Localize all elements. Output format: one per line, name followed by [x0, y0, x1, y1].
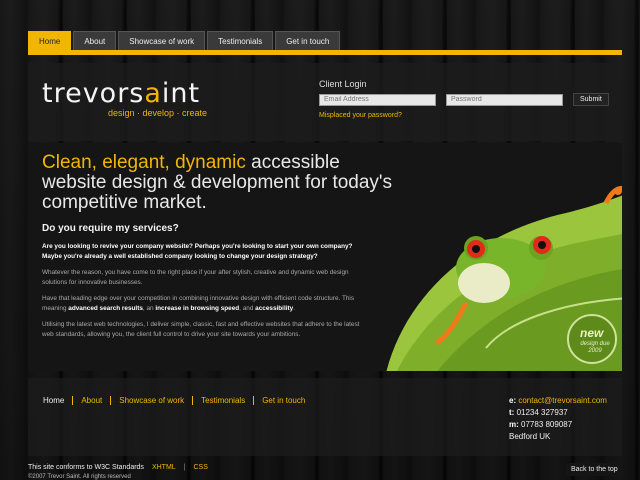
css-link[interactable]: CSS [194, 464, 208, 471]
site-logo[interactable]: trevorsaint design · develop · create [42, 78, 208, 118]
main-nav: Home About Showcase of work Testimonials… [28, 31, 342, 51]
contact-details: e: contact@trevorsaint.com t: 01234 3279… [509, 395, 607, 443]
nav-underline [28, 50, 622, 55]
tab-get-in-touch[interactable]: Get in touch [275, 31, 341, 51]
back-to-top-button[interactable]: Back to the top [566, 463, 623, 476]
login-form: Submit [319, 93, 619, 106]
services-section: Do you require my services? Are you look… [42, 223, 367, 346]
submit-button[interactable]: Submit [573, 93, 609, 106]
tab-testimonials[interactable]: Testimonials [207, 31, 274, 51]
contact-email-row: e: contact@trevorsaint.com [509, 396, 607, 405]
xhtml-link[interactable]: XHTML [152, 464, 176, 471]
services-title: Do you require my services? [42, 223, 179, 234]
contact-email-link[interactable]: contact@trevorsaint.com [518, 396, 607, 405]
footer-link-home[interactable]: Home [43, 396, 74, 405]
main-content: Clean, elegant, dynamic accessible websi… [28, 143, 622, 371]
tab-home[interactable]: Home [28, 31, 72, 51]
logo-wordmark: trevorsaint [42, 78, 201, 109]
contact-mob-row: m: 07783 809087 [509, 420, 573, 429]
client-login: Client Login Submit Misplaced your passw… [319, 79, 619, 119]
services-intro: Are you looking to revive your company w… [42, 243, 353, 260]
services-para-2: Have that leading edge over your competi… [42, 295, 355, 312]
tab-about[interactable]: About [73, 31, 117, 51]
hero-headline: Clean, elegant, dynamic accessible websi… [42, 152, 393, 213]
logo-tagline: design · develop · create [108, 108, 208, 118]
footer-link-showcase[interactable]: Showcase of work [111, 396, 194, 405]
site-header: trevorsaint design · develop · create Cl… [28, 63, 622, 141]
footer-link-get-in-touch[interactable]: Get in touch [254, 396, 313, 405]
footer-link-testimonials[interactable]: Testimonials [193, 396, 255, 405]
badge-sub: design due 2009 [580, 341, 610, 354]
footer-nav: Home About Showcase of work Testimonials… [43, 396, 313, 405]
contact-tel-row: t: 01234 327937 [509, 408, 568, 417]
badge-label: new [580, 326, 604, 340]
tab-showcase[interactable]: Showcase of work [118, 31, 206, 51]
services-para-3: Utilising the latest web technologies, I… [42, 321, 360, 338]
copyright: ©2007 Trevor Saint. All rights reserved [28, 474, 131, 480]
footer-link-about[interactable]: About [73, 396, 112, 405]
password-field[interactable] [446, 93, 563, 106]
forgot-password-link[interactable]: Misplaced your password? [319, 112, 402, 119]
contact-location: Bedford UK [509, 432, 551, 441]
login-title: Client Login [319, 79, 367, 89]
site-footer: Home About Showcase of work Testimonials… [28, 378, 622, 456]
email-field[interactable] [319, 93, 436, 106]
services-para-1: Whatever the reason, you have come to th… [42, 269, 349, 286]
standards-note: This site conforms to W3C Standards XHTML… [28, 464, 208, 471]
